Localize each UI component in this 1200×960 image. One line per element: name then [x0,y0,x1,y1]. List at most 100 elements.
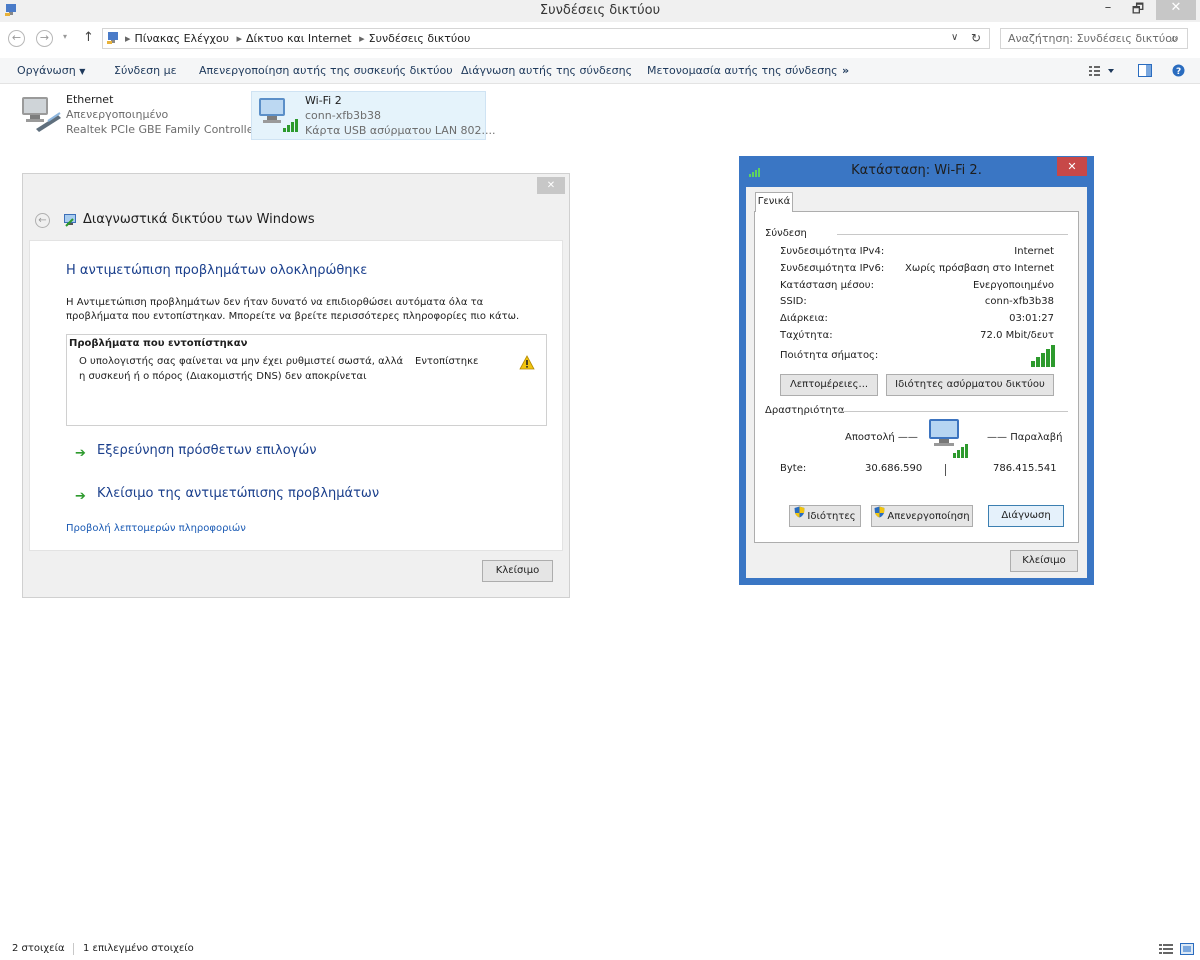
activity-section-label: Δραστηριότητα [765,405,845,416]
connection-status: conn-xfb3b38 [305,109,382,122]
connection-name: Wi-Fi 2 [305,94,342,107]
connection-name: Ethernet [66,93,114,106]
wifi-status-dialog: Κατάσταση: Wi-Fi 2. ✕ Γενικά Σύνδεση Συν… [739,156,1094,585]
details-view-icon[interactable] [1159,943,1173,958]
network-activity-icon [927,417,973,462]
search-input[interactable]: Αναζήτηση: Συνδέσεις δικτύου [1008,32,1178,45]
section-divider [837,234,1068,235]
close-button[interactable]: Κλείσιμο [1010,550,1078,572]
bytes-label: Byte: [780,463,807,474]
close-troubleshooter-link[interactable]: Κλείσιμο της αντιμετώπισης προβλημάτων [97,486,379,501]
received-label: —— Παραλαβή [987,432,1063,443]
breadcrumb-network-connections[interactable]: Συνδέσεις δικτύου [369,32,471,45]
connection-device: Κάρτα USB ασύρματου LAN 802.... [305,124,496,137]
address-row: ← → ▾ ↑ ▸ Πίνακας Ελέγχου ▸ Δίκτυο και Int… [0,27,1200,51]
status-separator [73,943,74,955]
title-bar: Συνδέσεις δικτύου – 🗗 ✕ [0,0,1200,22]
svg-text:?: ? [1176,67,1181,77]
breadcrumb: ▸ Πίνακας Ελέγχου ▸ Δίκτυο και Internet ▸ Σ… [125,32,471,45]
diagnostics-content: Η αντιμετώπιση προβλημάτων ολοκληρώθηκε … [29,240,563,551]
refresh-icon[interactable]: ↻ [971,31,981,45]
dialog-title: Κατάσταση: Wi-Fi 2. [851,163,982,178]
preview-pane-icon[interactable] [1138,64,1152,80]
selected-count: 1 επιλεγμένο στοιχείο [83,943,194,954]
dialog-back-button[interactable]: ← [35,213,50,228]
view-details-link[interactable]: Προβολή λεπτομερών πληροφοριών [66,523,246,534]
wireless-properties-button[interactable]: Ιδιότητες ασύρματου δικτύου [886,374,1054,396]
ethernet-adapter-icon [18,93,62,136]
explore-options-link[interactable]: Εξερεύνηση πρόσθετων επιλογών [97,443,317,458]
dialog-close-button[interactable]: ✕ [1057,157,1087,176]
green-arrow-icon: ➔ [75,446,86,461]
warning-icon [519,355,535,373]
connect-to-button[interactable]: Σύνδεση με [114,64,177,77]
section-divider [837,411,1068,412]
properties-button[interactable]: Ιδιότητες [789,505,861,527]
recent-dropdown-icon[interactable]: ▾ [63,32,67,41]
up-arrow-icon[interactable]: ↑ [83,30,94,45]
connection-section-label: Σύνδεση [765,228,807,239]
diagnose-connection-button[interactable]: Διάγνωση αυτής της σύνδεσης [461,64,632,77]
problem-status: Εντοπίστηκε [415,356,479,367]
activity-divider [945,464,946,476]
diagnostics-app-icon [63,213,77,230]
item-count: 2 στοιχεία [12,943,65,954]
ipv6-row: Συνδεσιμότητα IPv6: Χωρίς πρόσβαση στο In… [780,263,1054,274]
problems-found-header: Προβλήματα που εντοπίστηκαν [69,338,248,349]
rename-connection-button[interactable]: Μετονομασία αυτής της σύνδεσης [647,64,838,77]
dialog-body: Γενικά Σύνδεση Συνδεσιμότητα IPv4: Intern… [746,187,1087,578]
connection-device: Realtek PCIe GBE Family Controller [66,123,259,136]
result-description-line2: προβλήματα που εντοπίστηκαν. Μπορείτε να… [66,311,520,322]
connection-wifi-2[interactable]: Wi-Fi 2 conn-xfb3b38 Κάρτα USB ασύρματου… [251,91,496,140]
signal-strength-icon [1031,345,1057,370]
close-button[interactable]: Κλείσιμο [482,560,553,582]
tab-general[interactable]: Γενικά [755,192,793,212]
signal-quality-row: Ποιότητα σήματος: [780,350,879,361]
dialog-close-button[interactable]: ✕ [537,177,565,194]
more-commands-button[interactable]: » [842,64,849,77]
duration-row: Διάρκεια: 03:01:27 [780,313,1054,324]
result-description-line1: Η Αντιμετώπιση προβλημάτων δεν ήταν δυνα… [66,297,484,308]
restore-button[interactable]: 🗗 [1124,0,1152,20]
address-dropdown-icon[interactable]: ∨ [951,32,958,43]
shield-icon [794,506,805,526]
ipv4-row: Συνδεσιμότητα IPv4: Internet [780,246,1054,257]
search-icon[interactable]: ⌕ [1171,31,1178,46]
green-arrow-icon: ➔ [75,489,86,504]
dialog-title: Διαγνωστικά δικτύου των Windows [83,212,315,227]
result-heading: Η αντιμετώπιση προβλημάτων ολοκληρώθηκε [66,263,368,278]
connection-status: Απενεργοποιημένο [66,108,169,121]
bytes-sent-value: 30.686.590 [865,463,923,474]
diagnose-button[interactable]: Διάγνωση [988,505,1064,527]
problem-description-line2[interactable]: η συσκευή ή ο πόρος (Διακομιστής DNS) δε… [79,371,367,382]
media-state-row: Κατάσταση μέσου: Ενεργοποιημένο [780,280,1054,291]
back-button[interactable]: ← [8,30,25,47]
ssid-row: SSID: conn-xfb3b38 [780,296,1054,307]
window-title: Συνδέσεις δικτύου [539,3,661,18]
wifi-adapter-icon [255,94,299,137]
breadcrumb-network-internet[interactable]: Δίκτυο και Internet [246,32,352,45]
forward-button[interactable]: → [36,30,53,47]
bytes-received-value: 786.415.541 [993,463,1057,474]
help-icon[interactable]: ? [1172,64,1185,80]
location-icon [106,31,120,48]
disable-button[interactable]: Απενεργοποίηση [871,505,973,527]
tab-panel: Σύνδεση Συνδεσιμότητα IPv4: Internet Συνδ… [754,211,1079,543]
breadcrumb-control-panel[interactable]: Πίνακας Ελέγχου [135,32,229,45]
speed-row: Ταχύτητα: 72.0 Mbit/δευτ [780,330,1054,341]
address-bar[interactable]: ▸ Πίνακας Ελέγχου ▸ Δίκτυο και Internet ▸ Σ… [102,28,990,49]
shield-icon [874,506,885,526]
connection-ethernet[interactable]: Ethernet Απενεργοποιημένο Realtek PCIe G… [16,91,258,139]
details-button[interactable]: Λεπτομέρειες... [780,374,878,396]
large-icons-view-icon[interactable] [1180,943,1194,958]
problem-description-line1[interactable]: Ο υπολογιστής σας φαίνεται να μην έχει ρ… [79,356,403,367]
problems-found-box: Προβλήματα που εντοπίστηκαν Ο υπολογιστή… [66,334,547,426]
disable-device-button[interactable]: Απενεργοποίηση αυτής της συσκευής δικτύο… [199,64,453,77]
search-box[interactable]: Αναζήτηση: Συνδέσεις δικτύου ⌕ [1000,28,1188,49]
view-options-icon[interactable] [1089,65,1115,80]
command-bar: Οργάνωση ▼ Σύνδεση με Απενεργοποίηση αυτ… [0,58,1200,84]
minimize-button[interactable]: – [1094,0,1122,20]
close-button[interactable]: ✕ [1156,0,1196,20]
network-diagnostics-dialog: ✕ ← Διαγνωστικά δικτύου των Windows Η αν… [22,173,570,598]
organize-menu[interactable]: Οργάνωση ▼ [17,64,85,77]
